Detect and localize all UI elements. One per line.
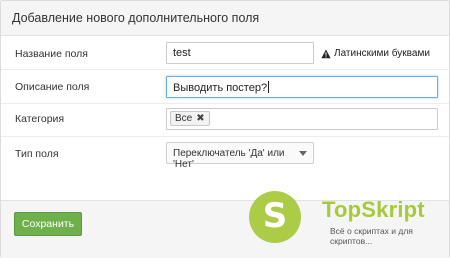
field-name-label: Название поля xyxy=(15,48,88,60)
panel-header: Добавление нового дополнительного поля xyxy=(1,1,449,36)
chevron-down-icon xyxy=(299,151,307,156)
topskript-logo: S xyxy=(249,191,301,243)
divider xyxy=(1,69,449,70)
brand-name: TopSkript xyxy=(322,197,425,222)
category-tag-label: Все xyxy=(175,113,193,124)
brand-tagline: Всё о скриптах и для скриптов... xyxy=(330,226,413,246)
text-caret xyxy=(268,81,270,93)
save-button[interactable]: Сохранить xyxy=(14,212,82,236)
field-name-input[interactable]: test xyxy=(166,42,314,64)
close-icon[interactable]: ✖ xyxy=(196,113,204,124)
field-type-select[interactable]: Переключатель 'Да' или 'Нет' xyxy=(166,142,314,170)
field-description-value: Выводить постер? xyxy=(173,82,268,94)
warning-icon xyxy=(321,49,331,58)
panel-title: Добавление нового дополнительного поля xyxy=(12,11,260,25)
logo-letter: S xyxy=(262,196,288,236)
field-type-label: Тип поля xyxy=(15,148,59,160)
latin-hint: Латинскими буквами xyxy=(321,48,430,59)
category-tag: Все ✖ xyxy=(170,111,210,126)
divider xyxy=(1,136,449,137)
category-label: Категория xyxy=(15,113,65,125)
latin-hint-text: Латинскими буквами xyxy=(334,48,430,59)
field-type-selected: Переключатель 'Да' или 'Нет' xyxy=(173,148,285,170)
field-description-label: Описание поля xyxy=(15,81,90,93)
field-name-value: test xyxy=(173,47,191,59)
divider xyxy=(1,103,449,104)
field-description-input[interactable]: Выводить постер? xyxy=(166,76,438,98)
